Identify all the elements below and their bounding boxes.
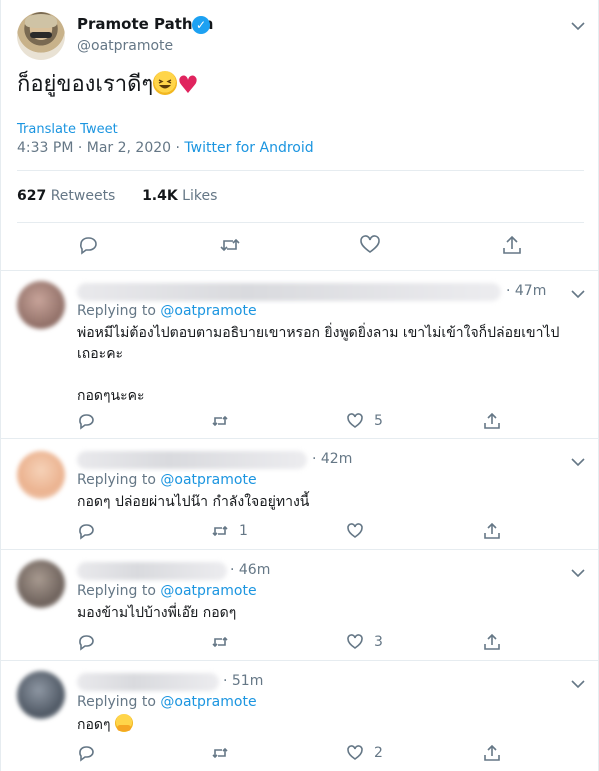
avatar[interactable] [17,281,65,329]
reply-actions: 1 [77,521,517,543]
tweet-meta: 4:33 PM · Mar 2, 2020 · Twitter for Andr… [17,139,314,157]
avatar[interactable] [17,451,65,499]
mention-link[interactable]: @oatpramote [160,303,256,319]
likes-count: 1.4K [142,188,178,204]
reply-text: กอดๆ [77,717,111,733]
chevron-down-icon[interactable] [569,17,585,31]
replying-prefix: Replying to [77,583,161,599]
mention-link[interactable]: @oatpramote [160,694,256,710]
share-icon[interactable] [501,234,523,256]
red-heart-icon: ♥ [177,71,199,99]
reply-text-line: กอดๆ [77,714,577,736]
blurred-username[interactable] [77,562,227,580]
like-icon[interactable] [359,234,381,256]
retweet-button[interactable]: 1 [211,521,248,541]
divider [17,222,584,223]
main-tweet: Pramote Pathan ✓ @oatpramote ก็อยู่ของเร… [1,0,599,271]
avatar-glasses [30,32,52,38]
retweets-count: 627 [17,188,47,204]
reply-tweet[interactable]: · 47m Replying to @oatpramote พ่อหมีไม่ต… [1,271,599,439]
replying-prefix: Replying to [77,472,161,488]
reply-button[interactable] [77,743,105,763]
like-button[interactable]: 3 [346,632,383,652]
chevron-down-icon[interactable] [569,285,585,299]
reply-text: กอดๆ ปล่อยผ่านไปน๊า กำลังใจอยู่ทางนี้ [77,494,310,510]
retweets-stat[interactable]: 627 Retweets [17,188,115,204]
reply-text: มองข้ามไปบ้างพี่เอ๊ย กอดๆ [77,605,237,621]
blurred-username[interactable] [77,673,219,691]
mention-link[interactable]: @oatpramote [160,472,256,488]
share-button[interactable] [483,632,501,652]
tweet-actions [1,234,599,260]
reply-button[interactable] [77,411,105,431]
like-button[interactable] [346,521,374,541]
retweets-label: Retweets [50,188,116,204]
retweet-count: 1 [239,523,248,539]
reply-timestamp[interactable]: · 47m [506,283,546,299]
share-button[interactable] [483,411,501,431]
replying-to: Replying to @oatpramote [77,303,257,319]
replying-to: Replying to @oatpramote [77,472,257,488]
reply-tweet[interactable]: · 46m Replying to @oatpramote มองข้ามไปบ… [1,550,599,661]
likes-label: Likes [182,188,218,204]
reply-actions: 5 [77,411,517,433]
like-count: 2 [374,745,383,761]
replying-prefix: Replying to [77,303,161,319]
reply-button[interactable] [77,521,105,541]
retweet-icon[interactable] [219,234,241,256]
translate-tweet-link[interactable]: Translate Tweet [17,122,118,137]
like-count: 5 [374,413,383,429]
tweet-text-line: ก็อยู่ของเราดีๆ ♥ [17,70,199,100]
tweet-timestamp[interactable]: 4:33 PM · Mar 2, 2020 · [17,140,184,156]
avatar[interactable] [17,560,65,608]
avatar[interactable] [17,671,65,719]
tweet-source[interactable]: Twitter for Android [184,140,313,156]
reply-timestamp[interactable]: · 51m [223,673,263,689]
avatar-hat [25,14,57,28]
chevron-down-icon[interactable] [569,675,585,689]
share-button[interactable] [483,521,501,541]
tweet-thread: Pramote Pathan ✓ @oatpramote ก็อยู่ของเร… [0,0,599,771]
reply-text: พ่อหมีไม่ต้องไปตอบตามอธิบายเขาหรอก ยิ่งพ… [77,325,560,404]
chevron-down-icon[interactable] [569,453,585,467]
replying-prefix: Replying to [77,694,161,710]
mention-link[interactable]: @oatpramote [160,583,256,599]
retweet-button[interactable] [211,743,239,763]
tweet-stats: 627 Retweets 1.4K Likes [17,188,217,204]
blurred-username[interactable] [77,283,501,301]
replying-to: Replying to @oatpramote [77,694,257,710]
like-count: 3 [374,634,383,650]
reply-tweet[interactable]: · 51m Replying to @oatpramote กอดๆ 2 [1,661,599,771]
retweet-button[interactable] [211,632,239,652]
chevron-down-icon[interactable] [569,564,585,578]
share-button[interactable] [483,743,501,763]
blurred-username[interactable] [77,451,307,469]
like-button[interactable]: 5 [346,411,383,431]
avatar[interactable] [17,12,65,60]
replying-to: Replying to @oatpramote [77,583,257,599]
like-button[interactable]: 2 [346,743,383,763]
likes-stat[interactable]: 1.4K Likes [142,188,217,204]
hugging-face-icon [114,714,133,732]
grinning-squinting-face-icon [153,71,178,95]
tweet-text: ก็อยู่ของเราดีๆ [17,72,154,97]
reply-actions: 3 [77,632,517,654]
reply-button[interactable] [77,632,105,652]
verified-badge-icon: ✓ [192,16,210,34]
reply-tweet[interactable]: · 42m Replying to @oatpramote กอดๆ ปล่อย… [1,439,599,550]
divider [17,170,584,171]
reply-actions: 2 [77,743,517,765]
reply-timestamp[interactable]: · 46m [230,562,270,578]
retweet-button[interactable] [211,411,239,431]
user-handle[interactable]: @oatpramote [77,38,173,54]
reply-timestamp[interactable]: · 42m [312,451,352,467]
reply-icon[interactable] [77,234,99,256]
